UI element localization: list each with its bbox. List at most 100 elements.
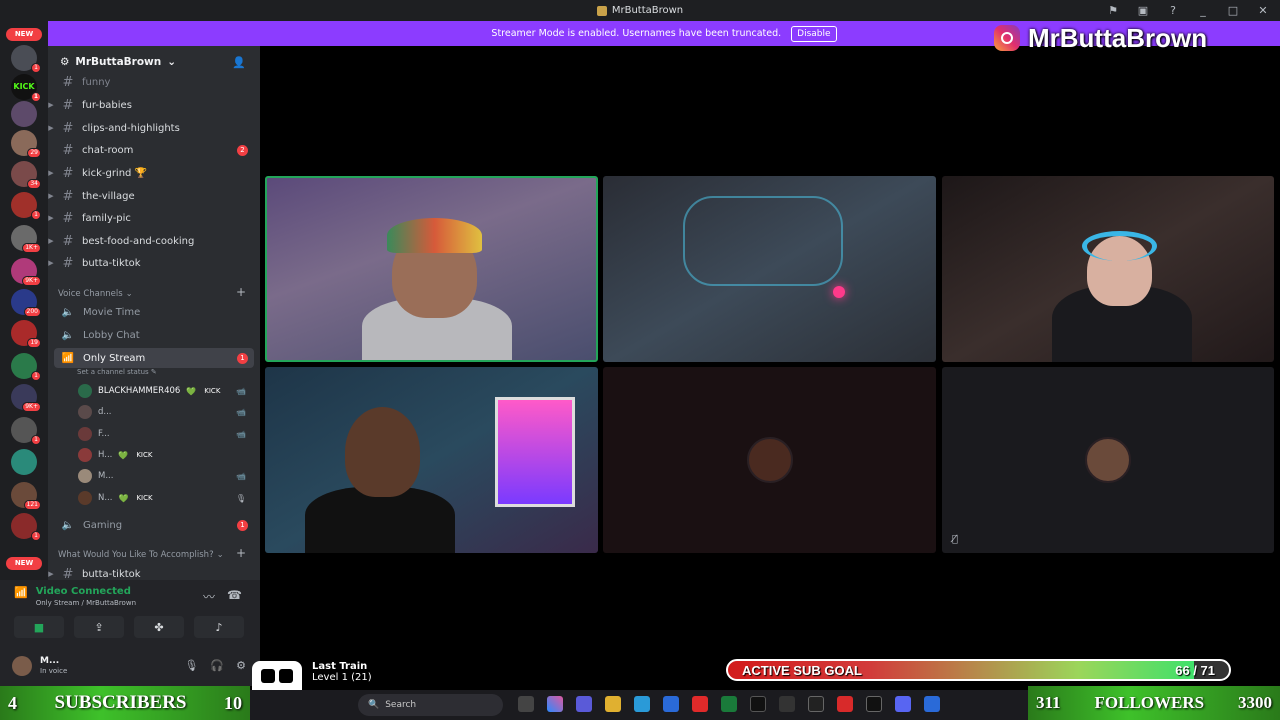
add-channel-icon[interactable]: + xyxy=(236,546,246,560)
sub-goal-bar: ACTIVE SUB GOAL 66 / 71 xyxy=(726,659,1231,681)
server-icon[interactable] xyxy=(11,101,37,127)
tiktok-icon[interactable] xyxy=(750,696,766,712)
participant-video xyxy=(683,196,843,286)
disconnect-icon[interactable]: ☎ xyxy=(227,588,242,605)
camera-button[interactable]: ■ xyxy=(14,616,64,638)
voice-member[interactable]: F... 📹 xyxy=(78,424,254,444)
disable-streamer-mode-button[interactable]: Disable xyxy=(791,25,837,42)
channel-best-food-and-cooking[interactable]: ▶ # best-food-and-cooking xyxy=(48,231,260,251)
track-title: Last Train xyxy=(312,661,368,672)
channel-kick-grind[interactable]: ▶ # kick-grind 🏆 xyxy=(48,163,260,183)
new-unreads-pill[interactable]: NEW xyxy=(6,28,42,41)
voice-channel-gaming[interactable]: 🔈 Gaming 1 xyxy=(48,515,260,535)
channel-butta-tiktok-2[interactable]: ▶ # butta-tiktok xyxy=(48,564,260,581)
task-view-icon[interactable] xyxy=(518,696,534,712)
app-icon[interactable] xyxy=(808,696,824,712)
channel-the-village[interactable]: ▶ # the-village xyxy=(48,186,260,206)
taskbar-search[interactable]: 🔍 Search xyxy=(358,694,503,716)
voice-member[interactable]: H... 💚 KICK xyxy=(78,445,254,465)
maximize-button[interactable]: □ xyxy=(1226,4,1240,17)
video-tile[interactable] xyxy=(265,367,598,553)
voice-member[interactable]: BLACKHAMMER406 💚 KICK 📹 xyxy=(78,381,254,401)
voice-member[interactable]: M... 📹 xyxy=(78,466,254,486)
server-icon[interactable]: 29 xyxy=(11,130,41,158)
video-tile[interactable] xyxy=(942,176,1274,362)
category-voice-channels[interactable]: Voice Channels ⌄ xyxy=(58,289,133,299)
streamer-mode-message: Streamer Mode is enabled. Usernames have… xyxy=(491,28,782,39)
headphones-icon[interactable]: 🎧 xyxy=(210,659,224,672)
video-tile[interactable] xyxy=(603,367,936,553)
server-icon[interactable]: 121 xyxy=(11,482,41,510)
pencil-icon: ✎ xyxy=(150,368,157,376)
microphone-icon[interactable]: 🎙 xyxy=(184,659,198,672)
avatar xyxy=(78,405,92,419)
track-level: Level 1 (21) xyxy=(312,672,372,683)
app-icon[interactable] xyxy=(837,696,853,712)
noise-suppression-icon[interactable]: 〰 xyxy=(203,588,215,605)
voice-member[interactable]: d... 📹 xyxy=(78,402,254,422)
channel-chat-room[interactable]: # chat-room 2 xyxy=(48,140,260,160)
teams-icon[interactable] xyxy=(576,696,592,712)
copilot-icon[interactable] xyxy=(547,696,563,712)
activities-button[interactable]: ✤ xyxy=(134,616,184,638)
excel-icon[interactable] xyxy=(721,696,737,712)
voice-channel-only-stream[interactable]: 📶 Only Stream 1 xyxy=(54,348,254,368)
file-explorer-icon[interactable] xyxy=(605,696,621,712)
server-icon[interactable]: 1 xyxy=(11,417,41,445)
channel-status[interactable]: Set a channel status ✎ xyxy=(77,368,157,376)
server-icon[interactable] xyxy=(11,449,37,475)
channel-clips-and-highlights[interactable]: ▶ # clips-and-highlights xyxy=(48,118,260,138)
screen-icon[interactable]: ▣ xyxy=(1136,4,1150,17)
avatar xyxy=(78,491,92,505)
discord-icon[interactable] xyxy=(895,696,911,712)
close-button[interactable]: ✕ xyxy=(1256,4,1270,17)
inbox-icon[interactable]: ⚑ xyxy=(1106,4,1120,17)
add-member-icon[interactable]: 👤 xyxy=(232,56,246,69)
video-tile[interactable] xyxy=(265,176,598,362)
search-placeholder: Search xyxy=(385,700,417,710)
add-channel-icon[interactable]: + xyxy=(236,285,246,299)
server-icon[interactable]: 19 xyxy=(11,320,41,348)
followers-counter: 311 FOLLOWERS 3300 xyxy=(1028,686,1280,720)
new-unreads-pill-bottom[interactable]: NEW xyxy=(6,557,42,570)
server-icon[interactable]: 200 xyxy=(11,289,41,317)
server-icon[interactable]: 1K+ xyxy=(11,225,41,253)
participant-avatar xyxy=(746,437,793,483)
search-icon: 🔍 xyxy=(368,700,380,710)
store-icon[interactable] xyxy=(663,696,679,712)
server-rail: NEW 1 KICK 1 29 34 1 1K+ 9K+ 200 19 1 9K+… xyxy=(0,21,48,654)
youtube-icon[interactable] xyxy=(692,696,708,712)
server-icon[interactable]: 9K+ xyxy=(11,384,41,412)
app-icon xyxy=(596,5,607,16)
avatar[interactable] xyxy=(12,656,32,676)
help-icon[interactable]: ? xyxy=(1166,4,1180,17)
soundboard-button[interactable]: ♪ xyxy=(194,616,244,638)
server-icon[interactable]: 1 xyxy=(11,353,41,381)
server-icon[interactable]: 34 xyxy=(11,161,41,189)
video-tile[interactable] xyxy=(603,176,936,362)
kick-server-icon[interactable]: KICK 1 xyxy=(11,74,41,102)
video-tile[interactable]: 🎙̸ xyxy=(942,367,1274,553)
voice-channel-lobby-chat[interactable]: 🔈 Lobby Chat xyxy=(48,325,260,345)
channel-family-pic[interactable]: ▶ # family-pic xyxy=(48,208,260,228)
server-icon[interactable]: 1 xyxy=(11,513,41,541)
server-icon[interactable]: 9K+ xyxy=(11,258,41,286)
connection-status[interactable]: 📶 Video Connected Only Stream / MrButtaB… xyxy=(14,586,136,607)
capcut-icon[interactable] xyxy=(866,696,882,712)
edge-icon[interactable] xyxy=(634,696,650,712)
server-icon[interactable]: 1 xyxy=(11,45,41,73)
voice-member[interactable]: N... 💚 KICK 🎙 xyxy=(78,488,254,508)
category-accomplish[interactable]: What Would You Like To Accomplish? ⌄ xyxy=(58,550,224,560)
screen-share-button[interactable]: ⇪ xyxy=(74,616,124,638)
channel-fur-babies[interactable]: ▶ # fur-babies xyxy=(48,95,260,115)
obs-icon[interactable] xyxy=(779,696,795,712)
app-icon[interactable] xyxy=(924,696,940,712)
minimize-button[interactable]: _ xyxy=(1196,4,1210,17)
caret-right-icon: ▶ xyxy=(48,124,54,132)
channel-funny[interactable]: # funny xyxy=(48,72,260,92)
gear-icon[interactable]: ⚙ xyxy=(236,659,246,672)
participant-video xyxy=(387,218,482,253)
channel-butta-tiktok[interactable]: ▶ # butta-tiktok xyxy=(48,253,260,273)
voice-channel-movie-time[interactable]: 🔈 Movie Time xyxy=(48,302,260,322)
server-icon[interactable]: 1 xyxy=(11,192,41,220)
